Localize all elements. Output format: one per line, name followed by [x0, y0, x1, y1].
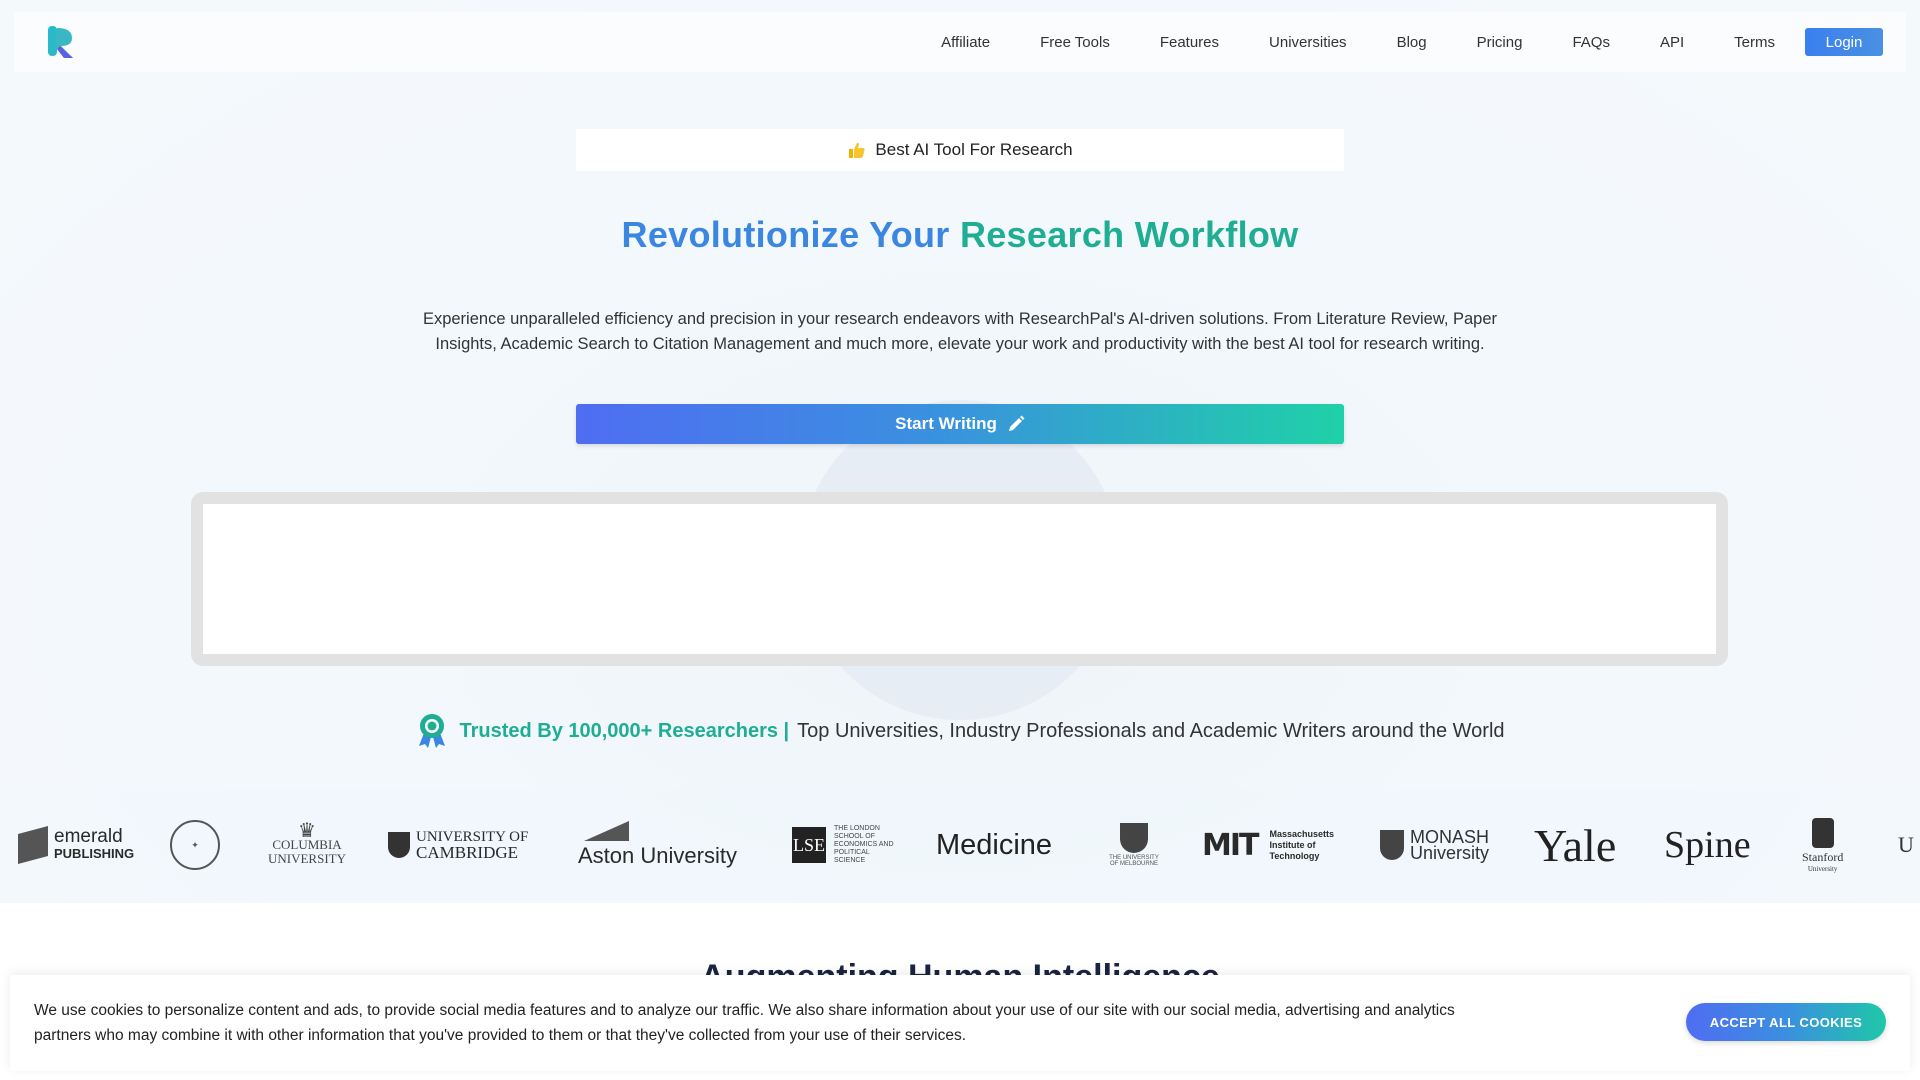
- logo-emerald: emerald PUBLISHING: [18, 790, 134, 900]
- emerald-line1: emerald: [54, 826, 123, 847]
- hero-title-part2: Research Workflow: [959, 214, 1299, 255]
- columbia-line1: COLUMBIA: [272, 837, 342, 852]
- badge-text: Best AI Tool For Research: [875, 140, 1073, 159]
- melbourne-shield-icon: [1120, 823, 1148, 853]
- aston-mark-icon: [584, 821, 629, 841]
- logo-monash: MONASH University: [1380, 790, 1489, 900]
- video-placeholder[interactable]: [203, 504, 1716, 654]
- mit-mark: MIT: [1202, 827, 1260, 863]
- stanford-line2: University: [1807, 864, 1838, 873]
- logo-melbourne: THE UNIVERSITY OF MELBOURNE: [1108, 790, 1160, 900]
- researchpal-logo[interactable]: [42, 22, 82, 62]
- university-logos: emerald PUBLISHING ✦ ♛ COLUMBIA UNIVERSI…: [0, 790, 1920, 900]
- award-medal-icon: [419, 714, 446, 748]
- hero-title: Revolutionize Your Research Workflow: [0, 214, 1920, 256]
- nav-free-tools[interactable]: Free Tools: [1040, 34, 1110, 51]
- nav-terms[interactable]: Terms: [1734, 34, 1775, 51]
- nav-blog[interactable]: Blog: [1397, 34, 1427, 51]
- stanford-line1: Stanford: [1802, 849, 1844, 864]
- emerald-mark-icon: [18, 825, 48, 865]
- emerald-line2: PUBLISHING: [54, 846, 135, 861]
- hero-title-part1: Revolutionize Your: [621, 214, 950, 255]
- nav-universities[interactable]: Universities: [1269, 34, 1347, 51]
- monash-line2: University: [1410, 843, 1490, 863]
- logo-lse: LSE THE LONDON SCHOOL OF ECONOMICS AND P…: [792, 790, 894, 900]
- monash-shield-icon: [1380, 830, 1404, 860]
- crown-icon: ♛: [298, 820, 316, 842]
- nav-pricing[interactable]: Pricing: [1477, 34, 1523, 51]
- nav-links: Affiliate Free Tools Features Universiti…: [941, 12, 1906, 72]
- melbourne-text: THE UNIVERSITY OF MELBOURNE: [1109, 855, 1159, 867]
- logo-columbia: ♛ COLUMBIA UNIVERSITY: [268, 790, 346, 900]
- logo-mit: MIT Massachusetts Institute of Technolog…: [1202, 790, 1334, 900]
- nav-faqs[interactable]: FAQs: [1572, 34, 1610, 51]
- login-button[interactable]: Login: [1805, 28, 1883, 56]
- start-writing-button[interactable]: Start Writing: [576, 404, 1344, 444]
- mit-line3: Technology: [1269, 850, 1320, 861]
- nav-api[interactable]: API: [1660, 34, 1684, 51]
- logo-cornell-seal: ✦: [170, 790, 220, 900]
- lse-mark: LSE: [792, 827, 826, 863]
- trusted-rest: Top Universities, Industry Professionals…: [797, 719, 1505, 742]
- university-seal-icon: ✦: [170, 820, 220, 870]
- top-nav: Affiliate Free Tools Features Universiti…: [14, 12, 1906, 72]
- lse-text: THE LONDON SCHOOL OF ECONOMICS AND POLIT…: [834, 825, 894, 864]
- nav-features[interactable]: Features: [1160, 34, 1219, 51]
- cambridge-shield-icon: [388, 832, 410, 858]
- logo-spine: Spine: [1664, 824, 1751, 866]
- pencil-icon: [1008, 415, 1025, 431]
- logo-aston: Aston University: [578, 790, 737, 900]
- video-frame: [191, 492, 1728, 666]
- page: Affiliate Free Tools Features Universiti…: [0, 0, 1920, 1080]
- accept-cookies-button[interactable]: ACCEPT ALL COOKIES: [1686, 1003, 1886, 1041]
- logo-cambridge: UNIVERSITY OF CAMBRIDGE: [388, 790, 528, 900]
- trusted-strong: Trusted By 100,000+ Researchers |: [459, 719, 790, 742]
- stanford-tree-icon: [1811, 817, 1834, 848]
- best-tool-badge: Best AI Tool For Research: [576, 129, 1344, 171]
- thumbs-up-icon: [849, 142, 866, 158]
- hero-subtext: Experience unparalleled efficiency and p…: [422, 310, 1498, 353]
- aston-text: Aston University: [578, 843, 737, 868]
- logo-medicine: Medicine: [936, 828, 1053, 861]
- cambridge-line2: CAMBRIDGE: [416, 843, 519, 862]
- cookie-text: We use cookies to personalize content an…: [34, 1002, 1455, 1044]
- logo-yale: Yale: [1534, 819, 1617, 871]
- columbia-line2: UNIVERSITY: [268, 851, 346, 866]
- cookie-banner: We use cookies to personalize content an…: [10, 975, 1910, 1071]
- mit-line2: Institute of: [1269, 839, 1316, 850]
- logo-partial: U: [1898, 832, 1914, 857]
- nav-affiliate[interactable]: Affiliate: [941, 34, 990, 51]
- start-writing-label: Start Writing: [895, 414, 997, 433]
- logo-stanford: Stanford University: [1802, 790, 1843, 900]
- mit-line1: Massachusetts: [1269, 828, 1335, 839]
- trusted-banner: Trusted By 100,000+ Researchers | Top Un…: [0, 713, 1920, 749]
